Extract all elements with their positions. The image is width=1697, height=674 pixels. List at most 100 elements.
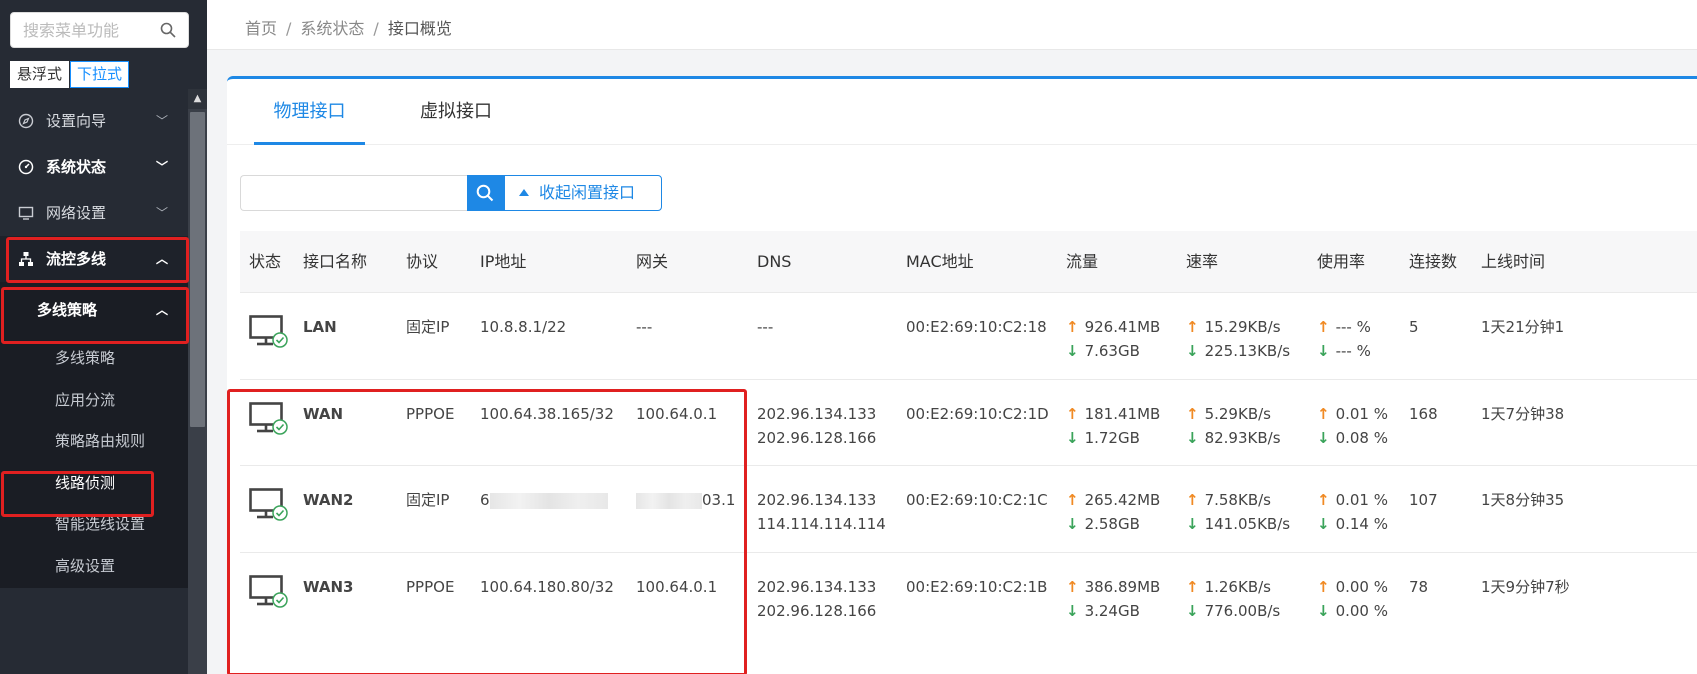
dns-primary: 202.96.134.133 — [757, 491, 877, 509]
mode-dropdown-button[interactable]: 下拉式 — [70, 61, 130, 88]
usage: ↑ 0.00 % ↓ 0.00 % — [1317, 575, 1388, 623]
arrow-up-icon: ↑ — [1066, 577, 1079, 596]
traffic: ↑ 926.41MB ↓ 7.63GB — [1066, 315, 1160, 363]
sidebar-subgroup-label: 多线策略 — [37, 301, 98, 319]
collapse-idle-interfaces-button[interactable]: 收起闲置接口 — [504, 175, 662, 211]
sidebar-menu: 设置向导 ﹀ 系统状态 ﹀ 网络设置 ﹀ 流控多线 ︿ 多线策略 ︿ 多线策略 … — [0, 98, 188, 588]
arrow-down-icon: ↓ — [1317, 515, 1330, 533]
sidebar-item-system-status[interactable]: 系统状态 ﹀ — [0, 144, 188, 190]
arrow-down-icon: ↓ — [1066, 342, 1079, 360]
interface-filter-input[interactable] — [240, 175, 468, 211]
gateway: --- — [636, 318, 653, 336]
menu-search-input[interactable] — [11, 13, 151, 47]
header-status: 状态 — [249, 252, 282, 271]
breadcrumb: 首页 / 系统状态 / 接口概览 — [207, 0, 1697, 50]
sidebar-item-flow-multiline[interactable]: 流控多线 ︿ — [0, 236, 188, 282]
table-header: 状态 接口名称 协议 IP地址 网关 DNS MAC地址 流量 速率 使用率 连… — [240, 231, 1697, 293]
sidebar-item-setup-wizard[interactable]: 设置向导 ﹀ — [0, 98, 188, 144]
connections: 107 — [1409, 491, 1438, 509]
sidebar-item-advanced-settings[interactable]: 高级设置 — [0, 545, 188, 588]
chevron-up-icon: ︿ — [155, 303, 168, 317]
arrow-up-icon: ↑ — [1317, 318, 1330, 336]
arrow-down-icon: ↓ — [1186, 601, 1199, 620]
usage: ↑ --- % ↓ --- % — [1317, 315, 1371, 363]
arrow-down-icon: ↓ — [1186, 342, 1199, 360]
breadcrumb-system-status[interactable]: 系统状态 — [300, 19, 364, 38]
sidebar-item-label: 网络设置 — [46, 204, 107, 222]
sidebar-subgroup-multiline-policy[interactable]: 多线策略 ︿ — [0, 282, 188, 338]
protocol: 固定IP — [406, 491, 450, 509]
uptime: 1天8分钟35 — [1481, 491, 1565, 509]
arrow-up-icon: ↑ — [1066, 318, 1079, 336]
connections: 168 — [1409, 404, 1438, 423]
dns-primary: 202.96.134.133 — [757, 577, 877, 596]
menu-search-box — [10, 12, 189, 48]
table-row[interactable]: WAN3 PPPOE 100.64.180.80/32 100.64.0.1 2… — [240, 553, 1697, 640]
dns: 202.96.134.133 202.96.128.166 — [757, 402, 876, 450]
header-connections: 连接数 — [1409, 252, 1458, 271]
mac-address: 00:E2:69:10:C2:1D — [906, 404, 1049, 423]
sidebar-item-policy-routing[interactable]: 策略路由规则 — [0, 421, 188, 463]
arrow-up-icon: ↑ — [1066, 491, 1079, 509]
arrow-down-icon: ↓ — [1186, 428, 1199, 447]
usage-up: 0.00 % — [1335, 577, 1388, 596]
table-row[interactable]: WAN PPPOE 100.64.38.165/32 100.64.0.1 20… — [240, 380, 1697, 466]
sidebar-item-multiline-policy[interactable]: 多线策略 — [0, 338, 188, 380]
dns-secondary: 202.96.128.166 — [757, 601, 877, 620]
interface-name[interactable]: WAN2 — [303, 488, 353, 512]
traffic-up: 926.41MB — [1084, 318, 1161, 336]
traffic-up: 181.41MB — [1084, 404, 1161, 423]
rate-down: 82.93KB/s — [1204, 428, 1281, 447]
redacted-blur — [489, 492, 608, 509]
interface-name[interactable]: WAN3 — [303, 575, 353, 599]
interface-name[interactable]: LAN — [303, 315, 337, 339]
traffic: ↑ 386.89MB ↓ 3.24GB — [1066, 575, 1160, 623]
ip-address: 100.64.38.165/32 — [480, 404, 614, 423]
arrow-down-icon: ↓ — [1066, 428, 1079, 447]
usage-up: 0.01 % — [1335, 491, 1388, 509]
sidebar-item-app-split[interactable]: 应用分流 — [0, 379, 188, 422]
header-rate: 速率 — [1186, 252, 1219, 271]
sidebar-item-line-detection[interactable]: 线路侦测 — [0, 462, 188, 505]
mode-float-button[interactable]: 悬浮式 — [10, 61, 70, 88]
gateway-visible: 03.1 — [702, 491, 736, 509]
usage-up: 0.01 % — [1335, 404, 1388, 423]
sidebar-item-smart-line-selection[interactable]: 智能选线设置 — [0, 504, 188, 546]
sidebar-scroll-thumb[interactable] — [190, 112, 205, 427]
menu-mode-switch: 悬浮式 下拉式 — [10, 61, 130, 88]
header-protocol: 协议 — [406, 252, 439, 271]
monitor-online-icon — [249, 574, 288, 608]
breadcrumb-separator: / — [373, 19, 379, 38]
breadcrumb-home[interactable]: 首页 — [245, 19, 277, 38]
arrow-up-icon: ↑ — [1186, 577, 1199, 596]
connections: 5 — [1409, 318, 1419, 336]
arrow-up-icon: ↑ — [1066, 404, 1079, 423]
traffic-down: 3.24GB — [1084, 601, 1140, 620]
usage-down: 0.00 % — [1335, 601, 1388, 620]
search-icon — [476, 184, 494, 202]
interface-name[interactable]: WAN — [303, 402, 343, 426]
scroll-up-icon[interactable]: ▲ — [188, 89, 207, 109]
search-icon[interactable] — [160, 22, 176, 38]
dns-secondary: 202.96.128.166 — [757, 428, 877, 447]
table-row[interactable]: LAN 固定IP 10.8.8.1/22 --- --- 00:E2:69:10… — [240, 293, 1697, 380]
tab-virtual-interface[interactable]: 虚拟接口 — [420, 79, 492, 145]
collapse-idle-label: 收起闲置接口 — [539, 183, 636, 202]
chevron-down-icon: ﹀ — [155, 114, 168, 128]
compass-icon — [18, 113, 34, 129]
monitor-icon — [18, 206, 34, 220]
sidebar-item-label: 设置向导 — [46, 112, 107, 130]
header-traffic: 流量 — [1066, 252, 1099, 271]
header-uptime: 上线时间 — [1481, 252, 1546, 271]
sidebar-item-network-settings[interactable]: 网络设置 ﹀ — [0, 190, 188, 236]
traffic-down: 1.72GB — [1084, 428, 1140, 447]
filter-search-button[interactable] — [467, 175, 504, 211]
tab-physical-interface[interactable]: 物理接口 — [254, 79, 365, 145]
table-row[interactable]: WAN2 固定IP 6 03.1 202.96.134.133 114.114.1… — [240, 466, 1697, 553]
interface-tabs: 物理接口 虚拟接口 — [227, 79, 1697, 145]
chevron-down-icon: ﹀ — [155, 160, 168, 174]
ip-address-visible: 6 — [480, 491, 490, 509]
header-interface-name: 接口名称 — [303, 252, 368, 271]
rate-down: 776.00B/s — [1204, 601, 1281, 620]
mac-address: 00:E2:69:10:C2:1B — [906, 577, 1048, 596]
